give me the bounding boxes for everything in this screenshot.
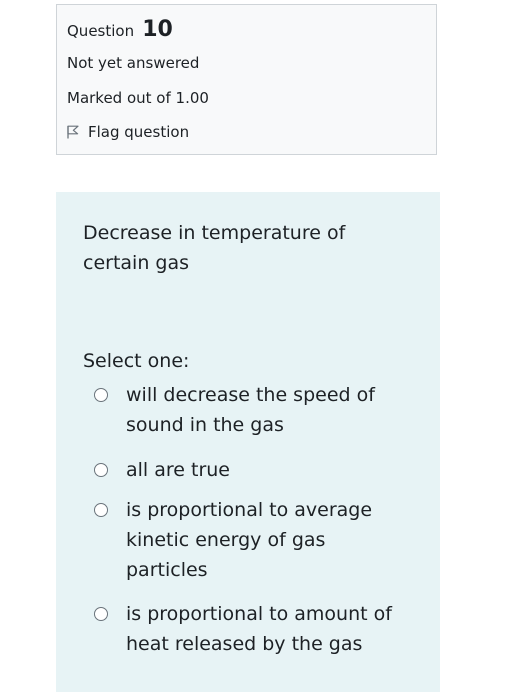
- question-number-heading: Question 10: [67, 17, 173, 42]
- answer-prompt: Select one:: [83, 350, 190, 372]
- question-content: Decrease in temperature of certain gas S…: [56, 192, 440, 692]
- flag-icon: [67, 125, 79, 139]
- answer-option-b[interactable]: all are true: [94, 455, 401, 485]
- question-info-panel: Question 10 Not yet answered Marked out …: [56, 4, 437, 155]
- radio-icon[interactable]: [94, 388, 108, 402]
- radio-icon[interactable]: [94, 607, 108, 621]
- flag-question-label: Flag question: [88, 123, 190, 141]
- answer-option-label: will decrease the speed of sound in the …: [126, 384, 375, 436]
- quiz-page: Question 10 Not yet answered Marked out …: [0, 0, 511, 700]
- answer-option-label: is proportional to amount of heat releas…: [126, 603, 392, 655]
- answer-option-label: is proportional to average kinetic energ…: [126, 499, 373, 581]
- radio-icon[interactable]: [94, 463, 108, 477]
- question-number: 10: [142, 17, 173, 42]
- answer-option-c[interactable]: is proportional to average kinetic energ…: [94, 495, 401, 585]
- radio-icon[interactable]: [94, 503, 108, 517]
- answer-option-label: all are true: [126, 459, 230, 481]
- answer-option-a[interactable]: will decrease the speed of sound in the …: [94, 380, 401, 440]
- question-state: Not yet answered: [67, 54, 200, 72]
- flag-question-button[interactable]: Flag question: [67, 123, 189, 141]
- question-grade: Marked out of 1.00: [67, 89, 209, 107]
- answer-option-d[interactable]: is proportional to amount of heat releas…: [94, 599, 401, 659]
- question-text: Decrease in temperature of certain gas: [83, 222, 346, 274]
- question-label: Question: [67, 22, 135, 40]
